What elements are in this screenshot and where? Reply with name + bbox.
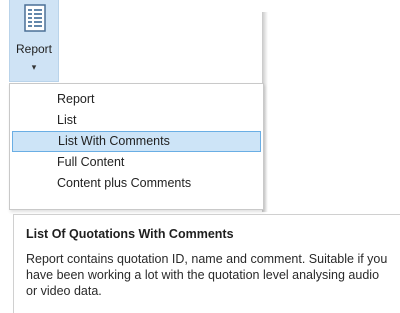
report-button[interactable]: Report ▾ bbox=[9, 0, 59, 82]
tooltip: List Of Quotations With Comments Report … bbox=[13, 214, 400, 313]
report-button-label: Report bbox=[15, 42, 53, 56]
menu-item-full-content[interactable]: Full Content bbox=[12, 152, 261, 173]
menu-item-report[interactable]: Report bbox=[12, 89, 261, 110]
menu-item-content-plus-comments[interactable]: Content plus Comments bbox=[12, 173, 261, 194]
document-lines-icon bbox=[24, 4, 46, 32]
menu-item-list-with-comments[interactable]: List With Comments bbox=[12, 131, 261, 152]
report-dropdown-menu: Report List List With Comments Full Cont… bbox=[9, 83, 264, 210]
tooltip-body: Report contains quotation ID, name and c… bbox=[26, 252, 388, 298]
chevron-down-icon[interactable]: ▾ bbox=[10, 62, 58, 72]
menu-item-list[interactable]: List bbox=[12, 110, 261, 131]
tooltip-title: List Of Quotations With Comments bbox=[26, 227, 234, 241]
